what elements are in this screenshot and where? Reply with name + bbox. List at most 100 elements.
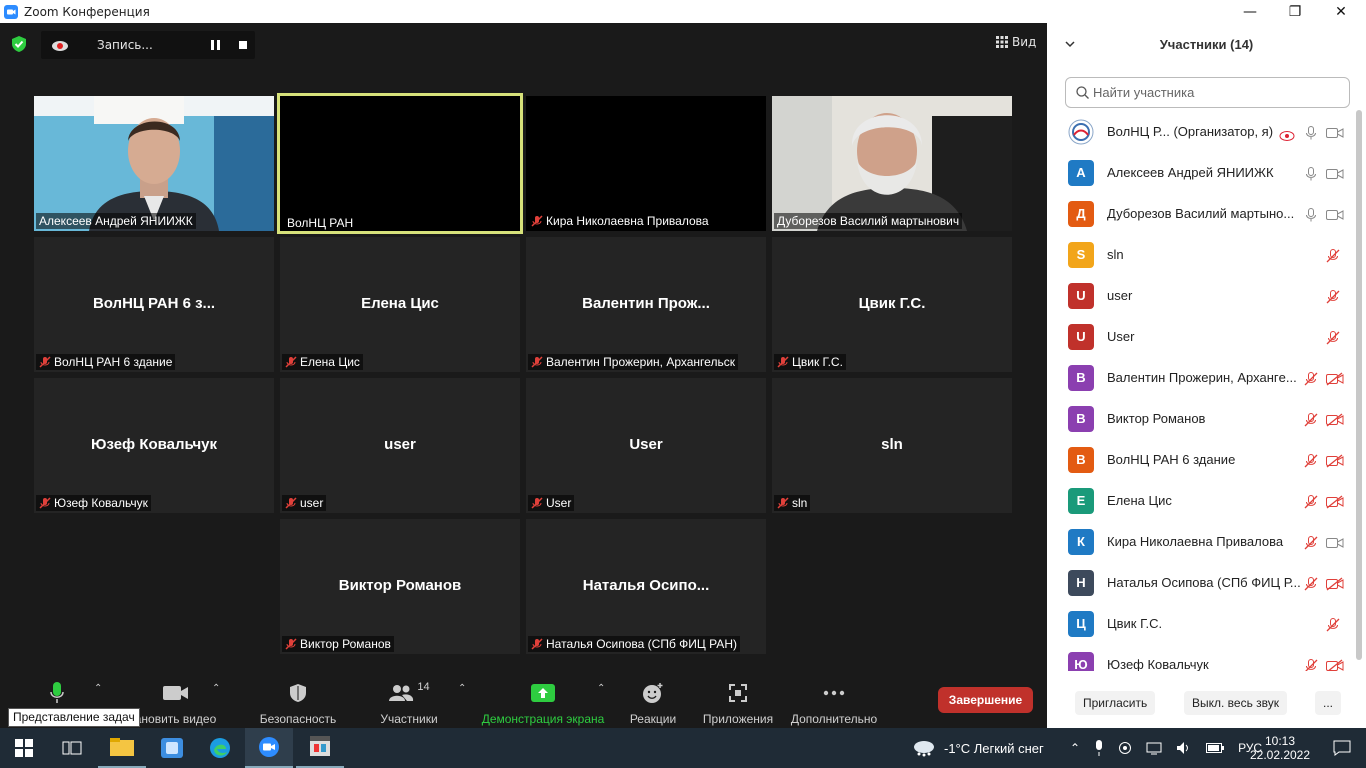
- audio-options-chevron-icon[interactable]: ⌃: [94, 683, 102, 694]
- stop-recording-icon[interactable]: [239, 41, 247, 49]
- video-camera-icon[interactable]: [1326, 207, 1344, 221]
- end-meeting-button[interactable]: Завершение: [938, 687, 1033, 713]
- apps-button[interactable]: Приложения: [700, 681, 776, 726]
- participant-row[interactable]: Е Елена Цис: [1047, 480, 1366, 521]
- video-camera-icon[interactable]: [1326, 125, 1344, 139]
- mic-muted-icon[interactable]: [1304, 494, 1318, 508]
- close-button[interactable]: ✕: [1318, 0, 1364, 23]
- participant-row[interactable]: Д Дуборезов Василий мартыно...: [1047, 193, 1366, 234]
- mic-muted-icon[interactable]: [1304, 453, 1318, 467]
- video-tile[interactable]: User User: [526, 378, 766, 513]
- participant-row[interactable]: Н Наталья Осипова (СПб ФИЦ Р...: [1047, 562, 1366, 603]
- zoom-taskbar-icon[interactable]: [245, 728, 293, 768]
- mic-muted-icon: [777, 497, 789, 509]
- mic-muted-icon[interactable]: [1326, 248, 1340, 262]
- more-button[interactable]: Дополнительно: [789, 681, 879, 726]
- clock[interactable]: 10:13 22.02.2022: [1250, 728, 1310, 768]
- video-off-icon[interactable]: [1326, 412, 1344, 427]
- video-tile[interactable]: sln sln: [772, 378, 1012, 513]
- task-view-icon[interactable]: [48, 728, 96, 768]
- video-camera-icon[interactable]: [1326, 166, 1344, 180]
- video-tile[interactable]: Цвик Г.С. Цвик Г.С.: [772, 237, 1012, 372]
- start-video-button[interactable]: ановить видео: [128, 681, 223, 726]
- notifications-icon[interactable]: [1318, 728, 1366, 768]
- participant-row[interactable]: К Кира Николаевна Привалова: [1047, 521, 1366, 562]
- participant-row[interactable]: U User: [1047, 316, 1366, 357]
- participant-display-name: Виктор Романов: [338, 577, 462, 594]
- edge-browser-icon[interactable]: [196, 728, 244, 768]
- participant-video: [772, 96, 1012, 231]
- participant-row[interactable]: В ВолНЦ РАН 6 здание: [1047, 439, 1366, 480]
- video-tile[interactable]: Алексеев Андрей ЯНИИЖК: [34, 96, 274, 231]
- mute-all-button[interactable]: Выкл. весь звук: [1184, 691, 1288, 715]
- video-camera-icon[interactable]: [1326, 535, 1344, 549]
- participant-search-input[interactable]: Найти участника: [1065, 77, 1350, 108]
- participant-display-name: Елена Цис: [361, 295, 439, 312]
- video-tile[interactable]: Дуборезов Василий мартынович: [772, 96, 1012, 231]
- reactions-button[interactable]: Реакции: [625, 681, 681, 726]
- video-tile[interactable]: Валентин Прож... Валентин Прожерин, Арха…: [526, 237, 766, 372]
- battery-icon[interactable]: [1206, 743, 1225, 753]
- video-tile[interactable]: Наталья Осипо... Наталья Осипова (СПб ФИ…: [526, 519, 766, 654]
- participant-name-label: sln: [774, 495, 811, 511]
- mic-muted-icon[interactable]: [1304, 535, 1318, 549]
- participant-row[interactable]: Ю Юзеф Ковальчук: [1047, 644, 1366, 671]
- video-tile[interactable]: Юзеф Ковальчук Юзеф Ковальчук: [34, 378, 274, 513]
- video-options-chevron-icon[interactable]: ⌃: [212, 683, 220, 694]
- mic-muted-icon[interactable]: [1326, 330, 1340, 344]
- share-options-chevron-icon[interactable]: ⌃: [597, 683, 605, 694]
- view-button[interactable]: Вид: [996, 35, 1036, 49]
- mic-muted-icon[interactable]: [1326, 289, 1340, 303]
- windows-start-icon[interactable]: [0, 728, 48, 768]
- restore-button[interactable]: ❐: [1272, 0, 1318, 23]
- microphone-icon[interactable]: [1304, 207, 1318, 221]
- microphone-tray-icon[interactable]: [1094, 740, 1104, 756]
- pause-recording-icon[interactable]: [211, 40, 221, 50]
- share-screen-button[interactable]: Демонстрация экрана: [481, 681, 605, 726]
- participant-row[interactable]: Uuser: [1047, 275, 1366, 316]
- video-tile-active-speaker[interactable]: ВолНЦ РАН: [277, 93, 523, 234]
- mic-muted-icon[interactable]: [1304, 371, 1318, 385]
- video-tile[interactable]: ВолНЦ РАН 6 з... ВолНЦ РАН 6 здание: [34, 237, 274, 372]
- video-off-icon[interactable]: [1326, 658, 1344, 671]
- participant-row[interactable]: А Алексеев Андрей ЯНИИЖК: [1047, 152, 1366, 193]
- video-off-icon[interactable]: [1326, 453, 1344, 468]
- mic-muted-icon[interactable]: [1304, 412, 1318, 426]
- mute-button[interactable]: [45, 681, 69, 705]
- video-tile[interactable]: Кира Николаевна Привалова: [526, 96, 766, 231]
- encryption-shield-icon[interactable]: [10, 35, 28, 53]
- weather-widget[interactable]: -1°C Легкий снег: [912, 728, 1044, 768]
- panel-more-button[interactable]: ...: [1315, 691, 1342, 715]
- participant-row[interactable]: В Валентин Прожерин, Архангe...: [1047, 357, 1366, 398]
- minimize-button[interactable]: —: [1227, 0, 1273, 23]
- participants-button[interactable]: 14 Участники: [378, 681, 440, 726]
- mic-muted-icon[interactable]: [1326, 617, 1340, 631]
- security-button[interactable]: Безопасность: [258, 681, 338, 726]
- participant-row[interactable]: В Виктор Романов: [1047, 398, 1366, 439]
- participant-name: Наталья Осипова (СПб ФИЦ Р...: [1107, 575, 1301, 590]
- mic-muted-icon[interactable]: [1304, 658, 1318, 671]
- volume-icon[interactable]: [1176, 741, 1192, 755]
- video-tile[interactable]: Виктор Романов Виктор Романов: [280, 519, 520, 654]
- app-icon[interactable]: [148, 728, 196, 768]
- camera-tray-icon[interactable]: [1118, 741, 1132, 755]
- invite-button[interactable]: Пригласить: [1075, 691, 1156, 715]
- chevron-up-icon[interactable]: ⌃: [1070, 741, 1080, 755]
- video-off-icon[interactable]: [1326, 494, 1344, 509]
- participants-options-chevron-icon[interactable]: ⌃: [458, 683, 466, 694]
- microphone-icon[interactable]: [1304, 125, 1318, 139]
- avatar: В: [1068, 446, 1094, 473]
- participant-list-scrollbar[interactable]: [1356, 110, 1362, 660]
- video-editor-icon[interactable]: [296, 728, 344, 768]
- video-off-icon[interactable]: [1326, 371, 1344, 386]
- network-icon[interactable]: [1146, 741, 1162, 755]
- video-tile[interactable]: user user: [280, 378, 520, 513]
- microphone-icon[interactable]: [1304, 166, 1318, 180]
- file-explorer-icon[interactable]: [98, 728, 146, 768]
- participant-row[interactable]: Ssln: [1047, 234, 1366, 275]
- video-off-icon[interactable]: [1326, 576, 1344, 591]
- video-tile[interactable]: Елена Цис Елена Цис: [280, 237, 520, 372]
- participant-row[interactable]: Ц Цвик Г.С.: [1047, 603, 1366, 644]
- participant-row[interactable]: ВолНЦ Р... (Организатор, я): [1047, 111, 1366, 152]
- mic-muted-icon[interactable]: [1304, 576, 1318, 590]
